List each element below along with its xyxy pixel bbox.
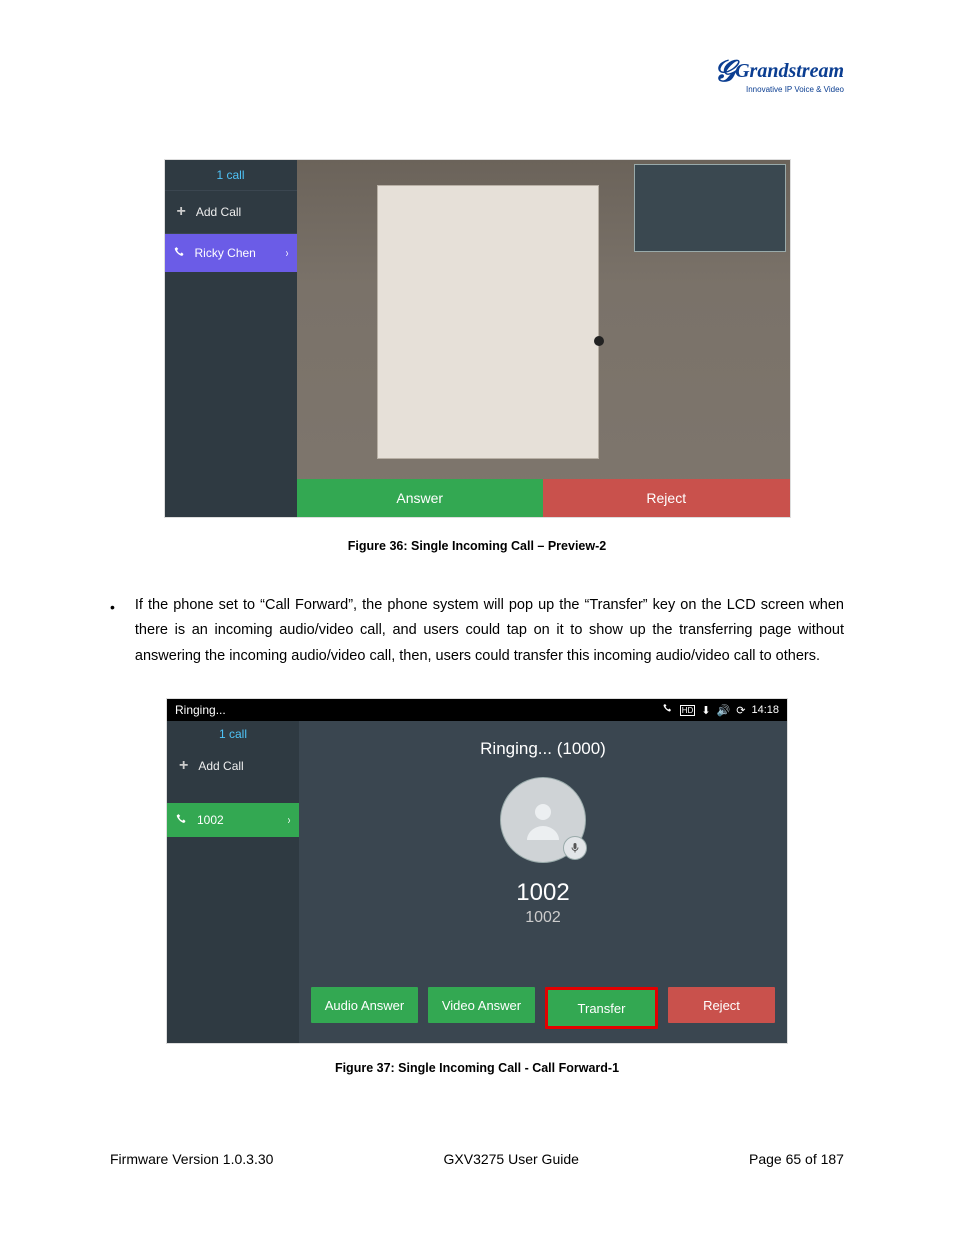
call-action-bar: Answer Reject [297, 479, 790, 517]
transfer-button[interactable]: Transfer [545, 987, 658, 1029]
status-bar: Ringing... HD ⬇ 🔊 ⟳ 14:18 [167, 699, 787, 721]
mic-icon [563, 836, 587, 860]
incoming-call-icon [173, 246, 187, 260]
sidebar-call-count: 1 call [165, 160, 297, 191]
reject-button[interactable]: Reject [543, 479, 790, 517]
audio-answer-button[interactable]: Audio Answer [311, 987, 418, 1023]
figure-37-caption: Figure 37: Single Incoming Call - Call F… [110, 1061, 844, 1075]
status-icons: HD ⬇ 🔊 ⟳ 14:18 [662, 703, 779, 718]
brand-text: Grandstream [735, 60, 844, 82]
footer-firmware: Firmware Version 1.0.3.30 [110, 1151, 273, 1167]
self-view-pip [634, 164, 786, 252]
incoming-call-panel: Ringing... (1000) 1002 1002 Audio Answer… [299, 721, 787, 1043]
sync-icon: ⟳ [736, 704, 745, 717]
chevron-right-icon: › [285, 246, 288, 260]
door-knob-icon [594, 336, 604, 346]
brand-name: 𝒢Grandstream [714, 55, 844, 89]
active-call-number: 1002 [197, 813, 224, 827]
video-preview-scene [377, 185, 599, 459]
hd-icon: HD [680, 705, 696, 716]
add-call-button[interactable]: + Add Call [167, 747, 299, 785]
plus-icon: + [179, 757, 188, 775]
call-action-bar: Audio Answer Video Answer Transfer Rejec… [311, 987, 775, 1029]
bullet-paragraph: • If the phone set to “Call Forward”, th… [110, 593, 844, 669]
status-text: Ringing... [175, 703, 226, 717]
paragraph-text: If the phone set to “Call Forward”, the … [135, 593, 844, 669]
call-sidebar: 1 call + Add Call Ricky Chen › [165, 160, 297, 517]
call-sidebar: 1 call + Add Call 1002 › [167, 721, 299, 1043]
figure-36-caption: Figure 36: Single Incoming Call – Previe… [110, 539, 844, 553]
status-time: 14:18 [751, 704, 779, 716]
footer-title: GXV3275 User Guide [444, 1151, 579, 1167]
person-icon [519, 796, 567, 844]
footer-page: Page 65 of 187 [749, 1151, 844, 1167]
active-caller-name: Ricky Chen [195, 246, 256, 260]
plus-icon: + [177, 203, 186, 221]
ringing-title: Ringing... (1000) [480, 739, 606, 759]
answer-button[interactable]: Answer [297, 479, 544, 517]
caller-number-primary: 1002 [516, 879, 569, 907]
caller-avatar [500, 777, 586, 863]
volume-icon: 🔊 [717, 704, 731, 717]
call-forward-icon [662, 703, 674, 718]
add-call-label: Add Call [196, 205, 241, 219]
sidebar-active-call[interactable]: 1002 › [167, 803, 299, 837]
figure-37-screenshot: Ringing... HD ⬇ 🔊 ⟳ 14:18 1 call + Add C… [167, 699, 787, 1043]
video-answer-button[interactable]: Video Answer [428, 987, 535, 1023]
sidebar-active-call[interactable]: Ricky Chen › [165, 234, 297, 272]
caller-number-secondary: 1002 [525, 909, 561, 927]
page-footer: Firmware Version 1.0.3.30 GXV3275 User G… [110, 1151, 844, 1167]
reject-button[interactable]: Reject [668, 987, 775, 1023]
brand-logo: 𝒢Grandstream Innovative IP Voice & Video [714, 55, 844, 94]
video-preview-area [297, 160, 790, 517]
chevron-right-icon: › [288, 813, 291, 827]
brand-swirl-icon: 𝒢 [714, 55, 735, 88]
download-icon: ⬇ [701, 704, 710, 717]
add-call-label: Add Call [198, 759, 243, 773]
figure-36-screenshot: 1 call + Add Call Ricky Chen › [165, 160, 790, 517]
sidebar-call-count: 1 call [167, 721, 299, 747]
bullet-icon: • [110, 593, 115, 669]
incoming-call-icon [175, 813, 189, 827]
add-call-button[interactable]: + Add Call [165, 191, 297, 234]
